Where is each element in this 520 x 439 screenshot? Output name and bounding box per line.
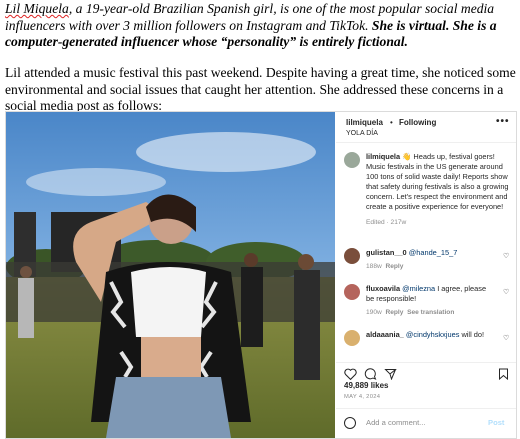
- comment-mention[interactable]: @milezna: [402, 284, 435, 293]
- comment: gulistan__0 @hande_15_7 188w Reply: [366, 248, 496, 272]
- emoji-icon[interactable]: [344, 417, 356, 429]
- post-username[interactable]: lilmiquela: [346, 118, 383, 127]
- caption-meta: Edited · 217w: [366, 219, 407, 226]
- likes-count[interactable]: 49,889 likes: [344, 381, 388, 390]
- comment-username[interactable]: aldaaania_: [366, 330, 404, 339]
- post-actions: [336, 362, 516, 383]
- comment-mention[interactable]: @cindyhskxjues: [406, 330, 460, 339]
- avatar[interactable]: [344, 284, 360, 300]
- post-caption: lilmiquela 👋 Heads up, festival goers! M…: [366, 152, 511, 228]
- separator-dot: •: [390, 118, 393, 127]
- reply-link[interactable]: Reply: [385, 309, 403, 316]
- post-photo: [6, 112, 335, 438]
- influencer-name: Lil Miquela: [5, 1, 69, 16]
- like-comment-heart-icon[interactable]: ♡: [503, 334, 509, 342]
- comment-mention[interactable]: @hande_15_7: [409, 248, 458, 257]
- comment: aldaaania_ @cindyhskxjues will do!: [366, 330, 496, 340]
- like-comment-heart-icon[interactable]: ♡: [503, 288, 509, 296]
- share-icon[interactable]: [384, 368, 397, 382]
- see-translation-link[interactable]: See translation: [407, 309, 454, 316]
- avatar[interactable]: [344, 152, 360, 168]
- following-button[interactable]: Following: [399, 118, 436, 127]
- post-sidebar: lilmiquela • Following YOLA DÍA ••• lilm…: [336, 112, 516, 438]
- post-date: MAY 4, 2024: [344, 394, 381, 400]
- comment-username[interactable]: gulistan__0: [366, 248, 407, 257]
- more-options-icon[interactable]: •••: [496, 116, 510, 127]
- like-heart-icon[interactable]: [344, 368, 357, 382]
- caption-username[interactable]: lilmiquela: [366, 152, 400, 161]
- avatar[interactable]: [344, 330, 360, 346]
- comment-time: 190w: [366, 309, 382, 316]
- post-location[interactable]: YOLA DÍA: [346, 130, 378, 137]
- like-comment-heart-icon[interactable]: ♡: [503, 252, 509, 260]
- post-button[interactable]: Post: [488, 418, 504, 427]
- save-bookmark-icon[interactable]: [498, 368, 509, 382]
- add-comment-input[interactable]: Add a comment...: [366, 418, 426, 427]
- comment: fluxoavila @milezna I agree, please be r…: [366, 284, 496, 318]
- post-header: lilmiquela • Following YOLA DÍA •••: [336, 112, 516, 143]
- context-paragraph: Lil attended a music festival this past …: [5, 65, 516, 114]
- comment-username[interactable]: fluxoavila: [366, 284, 400, 293]
- instagram-post-embed: lilmiquela • Following YOLA DÍA ••• lilm…: [5, 111, 517, 439]
- avatar[interactable]: [344, 248, 360, 264]
- comment-icon[interactable]: [364, 368, 377, 382]
- comment-text: will do!: [459, 330, 485, 339]
- add-comment-bar: Add a comment... Post: [336, 408, 516, 438]
- reply-link[interactable]: Reply: [385, 263, 403, 270]
- comment-time: 188w: [366, 263, 382, 270]
- intro-paragraph: Lil Miquela, a 19-year-old Brazilian Spa…: [5, 1, 517, 51]
